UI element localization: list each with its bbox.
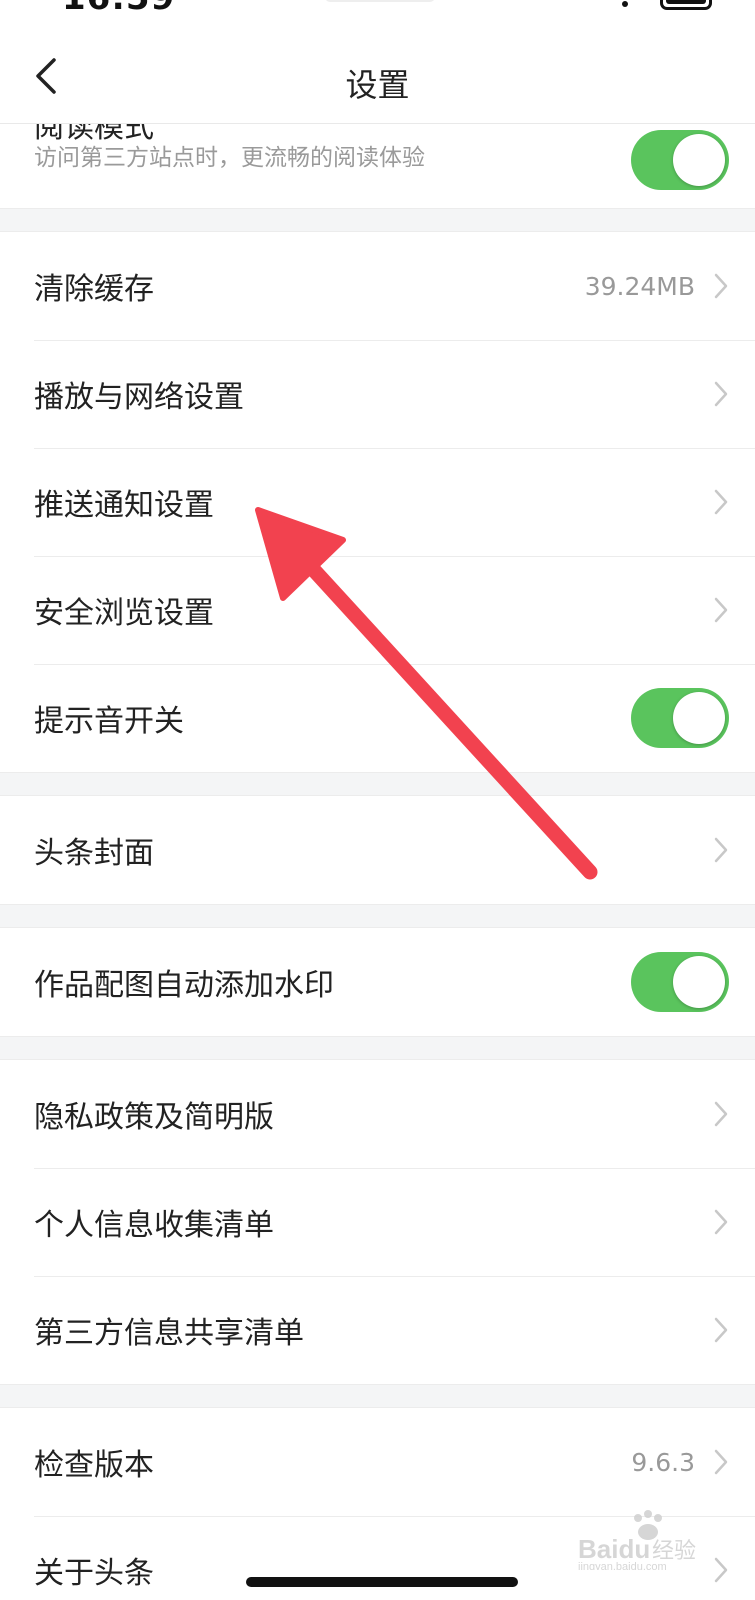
settings-item-label: 头条封面 xyxy=(34,836,154,871)
settings-group-privacy: 隐私政策及简明版 个人信息收集清单 第三方信息共享清单 xyxy=(0,1060,755,1384)
settings-item-label: 推送通知设置 xyxy=(34,488,214,523)
settings-item-personal-info-list[interactable]: 个人信息收集清单 xyxy=(0,1168,755,1276)
settings-item-reading-mode[interactable]: 阅读模式 访问第三方站点时，更流畅的阅读体验 xyxy=(0,124,755,208)
svg-text:jingyan.baidu.com: jingyan.baidu.com xyxy=(578,1561,667,1570)
settings-group-watermark: 作品配图自动添加水印 xyxy=(0,928,755,1036)
cache-size-value: 39.24MB xyxy=(584,271,695,301)
battery-icon xyxy=(660,0,712,10)
status-bar: 16:59 xyxy=(0,0,755,22)
notification-sound-toggle[interactable] xyxy=(631,688,729,748)
chevron-right-icon xyxy=(714,597,728,623)
settings-item-label: 作品配图自动添加水印 xyxy=(34,968,334,1003)
toggle-knob xyxy=(673,692,725,744)
settings-item-safe-browsing[interactable]: 安全浏览设置 xyxy=(0,556,755,664)
reading-mode-toggle[interactable] xyxy=(631,130,729,190)
toggle-knob xyxy=(673,134,725,186)
chevron-right-icon xyxy=(714,489,728,515)
chevron-right-icon xyxy=(714,1101,728,1127)
settings-item-third-party-sharing[interactable]: 第三方信息共享清单 xyxy=(0,1276,755,1384)
section-divider xyxy=(0,904,755,928)
section-divider xyxy=(0,208,755,232)
chevron-right-icon xyxy=(714,837,728,863)
navigation-bar: 设置 xyxy=(0,22,755,124)
page-title: 设置 xyxy=(345,66,410,104)
section-divider xyxy=(0,1384,755,1408)
version-value: 9.6.3 xyxy=(631,1447,695,1477)
settings-item-privacy-policy[interactable]: 隐私政策及简明版 xyxy=(0,1060,755,1168)
settings-item-description: 访问第三方站点时，更流畅的阅读体验 xyxy=(34,145,425,171)
chevron-right-icon xyxy=(714,273,728,299)
home-indicator[interactable] xyxy=(246,1577,518,1587)
wifi-icon xyxy=(622,1,628,7)
chevron-right-icon xyxy=(714,1449,728,1475)
settings-item-push-notifications[interactable]: 推送通知设置 xyxy=(0,448,755,556)
chevron-right-icon xyxy=(714,1209,728,1235)
settings-item-auto-watermark: 作品配图自动添加水印 xyxy=(0,928,755,1036)
chevron-right-icon xyxy=(714,381,728,407)
settings-group-cover: 头条封面 xyxy=(0,796,755,904)
settings-item-label: 个人信息收集清单 xyxy=(34,1208,274,1243)
settings-item-playback-network[interactable]: 播放与网络设置 xyxy=(0,340,755,448)
settings-item-notification-sound: 提示音开关 xyxy=(0,664,755,772)
settings-group-about: 检查版本 9.6.3 关于头条 xyxy=(0,1408,755,1600)
settings-item-label: 提示音开关 xyxy=(34,704,184,739)
settings-item-clear-cache[interactable]: 清除缓存 39.24MB xyxy=(0,232,755,340)
svg-text:Baidu: Baidu xyxy=(578,1534,650,1564)
signal-icon xyxy=(553,0,593,10)
section-divider xyxy=(0,772,755,796)
settings-item-label: 隐私政策及简明版 xyxy=(34,1100,274,1135)
settings-item-label: 检查版本 xyxy=(34,1448,154,1483)
section-divider xyxy=(0,1036,755,1060)
settings-item-headline-cover[interactable]: 头条封面 xyxy=(0,796,755,904)
settings-list: 阅读模式 访问第三方站点时，更流畅的阅读体验 清除缓存 39.24MB 播放与网… xyxy=(0,124,755,1600)
settings-item-label: 安全浏览设置 xyxy=(34,596,214,631)
settings-item-label: 播放与网络设置 xyxy=(34,380,244,415)
settings-group-general: 清除缓存 39.24MB 播放与网络设置 推送通知设置 安全浏览设置 提示音开关 xyxy=(0,232,755,772)
settings-item-check-version[interactable]: 检查版本 9.6.3 xyxy=(0,1408,755,1516)
toggle-knob xyxy=(673,956,725,1008)
settings-screen: 16:59 设置 阅读模式 访问第三方站点时，更流畅的阅读体验 清除缓存 39.… xyxy=(0,0,755,1600)
auto-watermark-toggle[interactable] xyxy=(631,952,729,1012)
chevron-right-icon xyxy=(714,1317,728,1343)
status-time: 16:59 xyxy=(62,0,175,18)
settings-item-label: 清除缓存 xyxy=(34,272,154,307)
settings-item-label: 关于头条 xyxy=(34,1556,154,1591)
settings-item-label: 第三方信息共享清单 xyxy=(34,1316,304,1351)
baidu-jingyan-watermark-icon: Baidu 经验 jingyan.baidu.com xyxy=(578,1510,696,1570)
status-notch xyxy=(325,0,435,2)
